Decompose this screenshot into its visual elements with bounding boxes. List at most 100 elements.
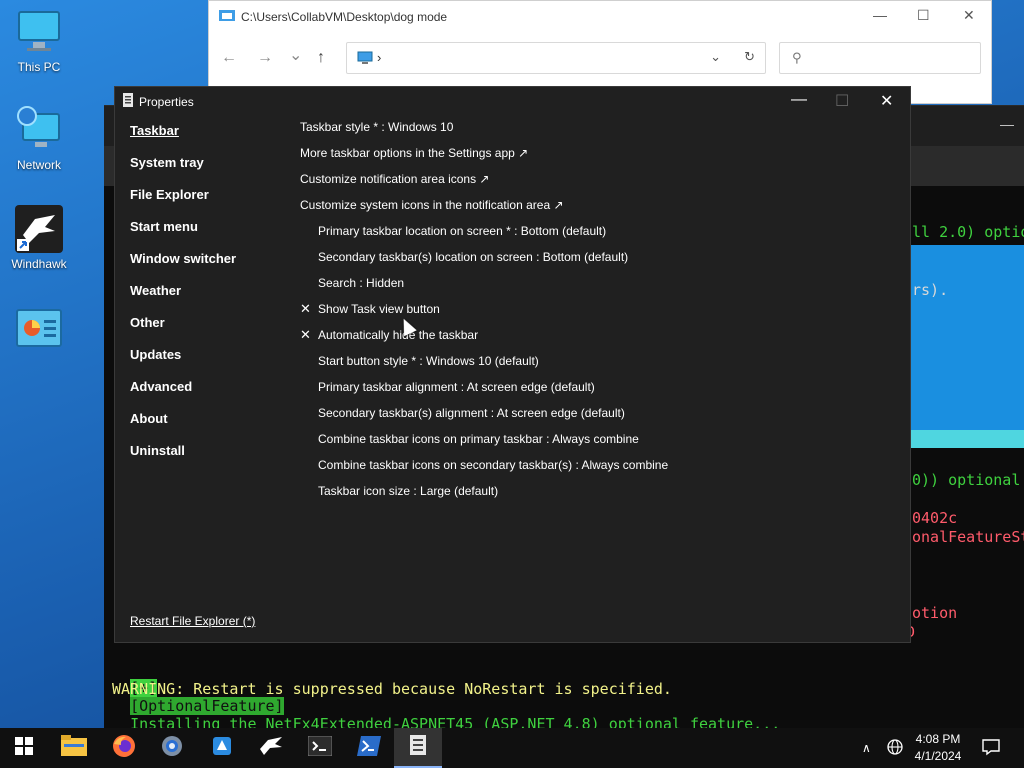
chevron-down-icon[interactable]: ⌄ <box>710 49 721 65</box>
powershell-icon <box>357 735 381 761</box>
gear-icon <box>160 734 184 763</box>
taskbar-option[interactable]: Secondary taskbar(s) alignment : At scre… <box>300 404 900 430</box>
recent-locations-button[interactable]: ⌄ <box>289 45 302 65</box>
maximize-button[interactable]: ☐ <box>917 7 930 24</box>
nav-item-advanced[interactable]: Advanced <box>130 377 290 409</box>
close-button[interactable]: ✕ <box>963 7 975 24</box>
taskbar-option-label: Start button style * : Windows 10 (defau… <box>318 354 539 368</box>
nav-item-taskbar[interactable]: Taskbar <box>130 121 290 153</box>
settings-nav: Taskbar System tray File Explorer Start … <box>130 121 290 473</box>
taskbar-option-label: Taskbar style * : Windows 10 <box>300 120 454 134</box>
taskbar-option[interactable]: ✕ Automatically hide the taskbar <box>300 326 900 352</box>
checkmark-icon: ✕ <box>300 327 311 342</box>
taskbar-app-properties[interactable] <box>394 728 442 768</box>
taskbar-option[interactable]: Search : Hidden <box>300 274 900 300</box>
nav-item-uninstall[interactable]: Uninstall <box>130 441 290 473</box>
nav-item-weather[interactable]: Weather <box>130 281 290 313</box>
terminal-line: rs). <box>912 281 949 299</box>
taskbar-option[interactable]: Taskbar style * : Windows 10 <box>300 118 900 144</box>
search-input[interactable]: ⚲ <box>779 42 981 74</box>
terminal-line: ll 2.0) optio <box>912 223 1024 241</box>
taskbar-option-label: Primary taskbar location on screen * : B… <box>318 224 607 238</box>
close-button[interactable]: ✕ <box>880 91 893 111</box>
taskbar-option-label: Automatically hide the taskbar <box>318 328 479 342</box>
taskbar-option[interactable]: Secondary taskbar(s) location on screen … <box>300 248 900 274</box>
terminal-warning-line: WARNING: Restart is suppressed because N… <box>112 680 672 698</box>
nav-item-updates[interactable]: Updates <box>130 345 290 377</box>
minimize-button[interactable]: — <box>873 7 887 23</box>
taskbar-app-terminal[interactable] <box>296 728 344 768</box>
taskbar-app-tool[interactable] <box>198 728 246 768</box>
desktop-icon-label: Windhawk <box>11 257 67 271</box>
nav-item-other[interactable]: Other <box>130 313 290 345</box>
taskbar-app-windhawk[interactable] <box>247 728 295 768</box>
checkmark-icon: ✕ <box>300 301 311 316</box>
taskbar-app-firefox[interactable] <box>100 728 148 768</box>
windhawk-icon <box>258 735 284 762</box>
taskbar-option-label: Combine taskbar icons on primary taskbar… <box>318 432 639 446</box>
taskbar-option[interactable]: Primary taskbar alignment : At screen ed… <box>300 378 900 404</box>
taskbar-option[interactable]: Primary taskbar location on screen * : B… <box>300 222 900 248</box>
desktop-icon-this-pc[interactable]: This PC <box>4 8 74 74</box>
desktop-icon-label: Network <box>16 158 61 172</box>
dialog-titlebar[interactable]: Properties <box>123 93 194 110</box>
refresh-button[interactable]: ↻ <box>744 49 755 65</box>
control-panel-icon <box>15 306 63 354</box>
clock[interactable]: 4:08 PM 4/1/2024 <box>907 731 969 765</box>
taskbar-option-label: Combine taskbar icons on secondary taskb… <box>318 458 669 472</box>
restart-explorer-link[interactable]: Restart File Explorer (*) <box>130 614 255 628</box>
nav-item-about[interactable]: About <box>130 409 290 441</box>
properties-icon <box>410 734 426 760</box>
taskbar-app-file-explorer[interactable] <box>50 728 98 768</box>
taskbar-option[interactable]: Combine taskbar icons on secondary taskb… <box>300 456 900 482</box>
terminal-line: 0)) optional <box>912 471 1021 489</box>
desktop-icon-windhawk[interactable]: Windhawk <box>4 205 74 271</box>
clock-date: 4/1/2024 <box>914 749 962 763</box>
tool-icon <box>210 734 234 763</box>
forward-button[interactable]: → <box>257 49 273 67</box>
desktop-icon-network[interactable]: Network <box>4 106 74 172</box>
back-button[interactable]: ← <box>221 49 237 67</box>
terminal-icon <box>307 735 333 761</box>
nav-item-system-tray[interactable]: System tray <box>130 153 290 185</box>
up-button[interactable]: ↑ <box>317 49 325 67</box>
taskbar: ∧ 4:08 PM 4/1/2024 <box>0 728 1024 768</box>
folder-icon <box>61 734 87 762</box>
taskbar-app-settings[interactable] <box>148 728 196 768</box>
desktop-icon-control-panel[interactable] <box>4 306 74 358</box>
minimize-icon[interactable]: — <box>1000 116 1014 132</box>
taskbar-option-label: Customize system icons in the notificati… <box>300 198 564 212</box>
properties-icon <box>123 93 133 110</box>
taskbar-option-label: Search : Hidden <box>318 276 405 290</box>
explorer-title: C:\Users\CollabVM\Desktop\dog mode <box>241 9 448 24</box>
network-tray-button[interactable] <box>887 728 903 768</box>
notification-center-button[interactable] <box>982 728 1000 768</box>
terminal-line: 0402c <box>912 509 958 527</box>
nav-item-start-menu[interactable]: Start menu <box>130 217 290 249</box>
taskbar-option[interactable]: More taskbar options in the Settings app… <box>300 144 900 170</box>
nav-item-file-explorer[interactable]: File Explorer <box>130 185 290 217</box>
address-separator: › <box>377 50 382 65</box>
taskbar-option-label: Customize notification area icons ↗ <box>300 172 490 186</box>
explorer-titlebar[interactable]: C:\Users\CollabVM\Desktop\dog mode <box>219 8 447 25</box>
taskbar-option[interactable]: Customize system icons in the notificati… <box>300 196 900 222</box>
taskbar-option[interactable]: ✕ Show Task view button <box>300 300 900 326</box>
properties-dialog[interactable]: Properties — ☐ ✕ Taskbar System tray Fil… <box>114 86 911 643</box>
minimize-button[interactable]: — <box>791 91 807 109</box>
this-pc-icon <box>15 8 63 56</box>
taskbar-option[interactable]: Customize notification area icons ↗ <box>300 170 900 196</box>
computer-icon <box>357 51 373 68</box>
taskbar-app-powershell[interactable] <box>345 728 393 768</box>
windows-logo-icon <box>15 736 33 760</box>
taskbar-option[interactable]: Combine taskbar icons on primary taskbar… <box>300 430 900 456</box>
show-hidden-icons-button[interactable]: ∧ <box>862 728 871 768</box>
network-icon <box>15 106 63 154</box>
nav-item-window-switcher[interactable]: Window switcher <box>130 249 290 281</box>
taskbar-option[interactable]: Start button style * : Windows 10 (defau… <box>300 352 900 378</box>
notification-icon <box>982 738 1000 759</box>
maximize-button[interactable]: ☐ <box>835 91 849 111</box>
taskbar-option[interactable]: Taskbar icon size : Large (default) <box>300 482 900 508</box>
globe-icon <box>887 738 903 758</box>
address-bar[interactable]: › ⌄ ↻ <box>346 42 766 74</box>
start-button[interactable] <box>0 728 48 768</box>
